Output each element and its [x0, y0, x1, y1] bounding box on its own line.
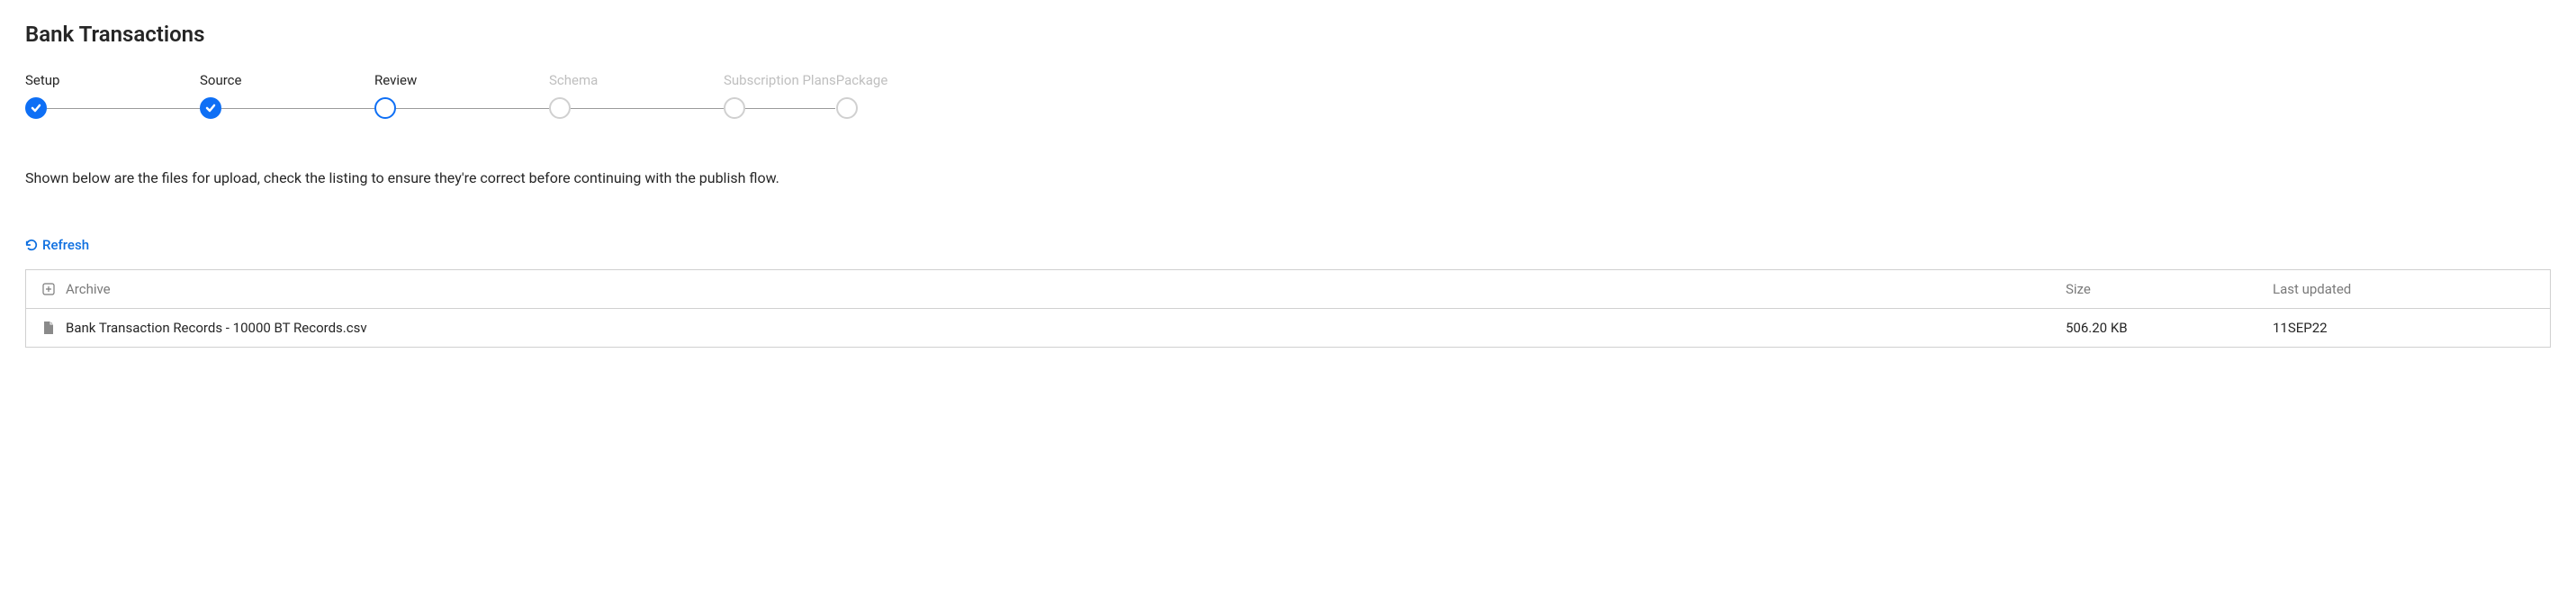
- step-circle-pending: [549, 97, 571, 119]
- file-icon: [42, 321, 55, 335]
- step-circle-current: [374, 97, 396, 119]
- step-label: Review: [374, 72, 417, 88]
- table-row[interactable]: Bank Transaction Records - 10000 BT Reco…: [26, 309, 2550, 347]
- description-text: Shown below are the files for upload, ch…: [25, 169, 2551, 186]
- step-package: Package: [836, 72, 888, 119]
- step-connector: [571, 108, 724, 109]
- stepper: Setup Source Review Schema S: [25, 72, 979, 119]
- step-source[interactable]: Source: [200, 72, 374, 119]
- step-label: Source: [200, 72, 241, 88]
- step-connector: [221, 108, 374, 109]
- refresh-label: Refresh: [42, 237, 89, 253]
- step-circle-done: [25, 97, 47, 119]
- refresh-button[interactable]: Refresh: [25, 237, 89, 253]
- step-label: Package: [836, 72, 888, 88]
- step-connector: [745, 108, 835, 109]
- check-icon: [31, 103, 41, 113]
- step-schema: Schema: [549, 72, 724, 119]
- step-label: Subscription Plans: [724, 72, 836, 88]
- header-archive: Archive: [66, 281, 111, 297]
- step-circle-done: [200, 97, 221, 119]
- expand-all-icon[interactable]: [42, 283, 55, 295]
- check-icon: [205, 103, 216, 113]
- file-table: Archive Size Last updated Bank Transacti…: [25, 269, 2551, 348]
- header-size: Size: [2066, 281, 2273, 297]
- refresh-icon: [25, 239, 38, 251]
- file-updated: 11SEP22: [2273, 320, 2534, 336]
- page-title: Bank Transactions: [25, 22, 2551, 47]
- step-setup[interactable]: Setup: [25, 72, 200, 119]
- step-subscription-plans: Subscription Plans: [724, 72, 836, 119]
- step-label: Setup: [25, 72, 59, 88]
- step-circle-pending: [724, 97, 745, 119]
- file-name: Bank Transaction Records - 10000 BT Reco…: [66, 320, 367, 336]
- header-updated: Last updated: [2273, 281, 2534, 297]
- file-size: 506.20 KB: [2066, 320, 2273, 336]
- step-connector: [47, 108, 200, 109]
- step-review[interactable]: Review: [374, 72, 549, 119]
- step-connector: [396, 108, 549, 109]
- table-header: Archive Size Last updated: [26, 270, 2550, 309]
- step-label: Schema: [549, 72, 598, 88]
- step-circle-pending: [836, 97, 858, 119]
